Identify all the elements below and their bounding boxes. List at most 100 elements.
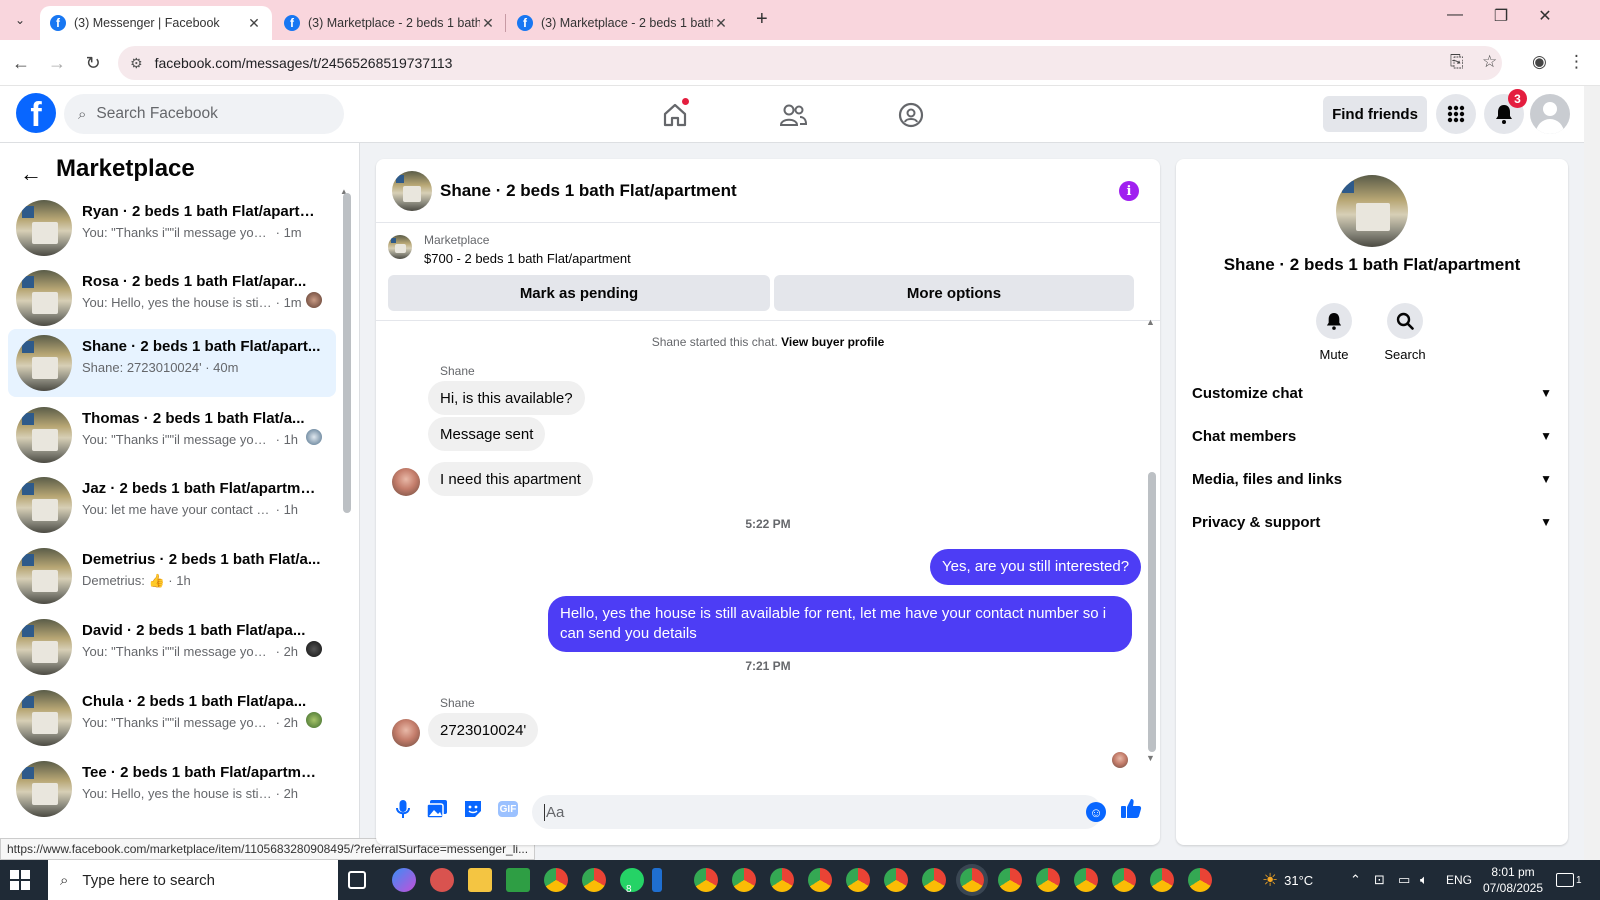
address-bar[interactable]: ⚙ facebook.com/messages/t/24565268519737… (118, 46, 1502, 80)
network-icon[interactable]: ▭ (1398, 860, 1410, 900)
conversation-item[interactable]: Jaz · 2 beds 1 bath Flat/apartment You: … (8, 471, 336, 539)
privacy-support-section[interactable]: Privacy & support ▼ (1192, 502, 1552, 542)
show-hidden-icons-chevron-icon[interactable]: ⌃ (1350, 860, 1361, 900)
copilot-icon[interactable] (392, 868, 416, 892)
mark-as-pending-button[interactable]: Mark as pending (388, 275, 770, 311)
microphone-icon[interactable] (390, 796, 416, 822)
chrome-icon[interactable] (1188, 868, 1212, 892)
forward-icon[interactable]: → (44, 50, 70, 76)
chat-scrollbar[interactable] (1148, 472, 1156, 752)
chrome-icon[interactable] (846, 868, 870, 892)
sender-avatar[interactable] (392, 468, 420, 496)
taskbar-search-box[interactable]: ⌕ Type here to search (48, 860, 338, 900)
chrome-icon[interactable] (808, 868, 832, 892)
photo-icon[interactable] (424, 796, 450, 822)
conversation-item[interactable]: Demetrius · 2 beds 1 bath Flat/a... Deme… (8, 542, 336, 610)
chrome-icon[interactable] (998, 868, 1022, 892)
scroll-up-arrow-icon[interactable]: ▲ (1146, 317, 1155, 327)
chrome-icon[interactable] (1150, 868, 1174, 892)
listing-price-title[interactable]: $700 - 2 beds 1 bath Flat/apartment (424, 251, 631, 266)
system-clock[interactable]: 8:01 pm 07/08/2025 (1480, 864, 1546, 896)
chrome-icon[interactable] (582, 868, 606, 892)
conversation-item[interactable]: Tee · 2 beds 1 bath Flat/apartment You: … (8, 755, 336, 823)
tab-search-dropdown-icon[interactable]: ⌄ (8, 8, 32, 32)
chrome-icon[interactable] (1036, 868, 1060, 892)
conversation-list-scrollbar[interactable] (343, 193, 351, 513)
sticker-icon[interactable] (460, 796, 486, 822)
task-view-icon[interactable] (348, 871, 366, 889)
weather-widget[interactable]: ☀ 31°C (1262, 860, 1313, 900)
chrome-icon[interactable] (770, 868, 794, 892)
browser-menu-icon[interactable]: ⋮ (1568, 52, 1585, 72)
reload-icon[interactable]: ↻ (80, 50, 106, 76)
chrome-icon[interactable] (922, 868, 946, 892)
conversation-item-selected[interactable]: Shane · 2 beds 1 bath Flat/apart... Shan… (8, 329, 336, 397)
emoji-icon[interactable]: ☺ (1086, 802, 1106, 822)
chat-profile-image[interactable] (1336, 175, 1408, 247)
install-app-icon[interactable]: ⎘ (1450, 52, 1464, 72)
menu-grid-icon[interactable] (1436, 94, 1476, 134)
outgoing-message[interactable]: Yes, are you still interested? (930, 549, 1142, 585)
site-info-icon[interactable]: ⚙ (130, 55, 143, 72)
groups-icon[interactable] (894, 98, 928, 132)
thumbs-up-icon[interactable] (1120, 797, 1142, 825)
search-in-chat-button[interactable]: Search (1375, 303, 1435, 362)
account-avatar[interactable] (1530, 94, 1570, 134)
view-buyer-profile-link[interactable]: View buyer profile (781, 335, 884, 349)
find-friends-button[interactable]: Find friends (1323, 96, 1427, 132)
restore-icon[interactable]: ❐ (1478, 6, 1524, 26)
conversation-item[interactable]: Chula · 2 beds 1 bath Flat/apa... You: "… (8, 684, 336, 752)
conversation-item[interactable]: Thomas · 2 beds 1 bath Flat/a... You: "T… (8, 401, 336, 469)
volume-icon[interactable]: 🔈︎ (1420, 860, 1428, 900)
back-icon[interactable]: ← (8, 50, 34, 76)
outgoing-message[interactable]: Hello, yes the house is still available … (548, 596, 1132, 652)
meet-now-icon[interactable]: ⊡ (1374, 860, 1385, 900)
bookmark-star-icon[interactable]: ☆ (1482, 52, 1497, 72)
chat-title[interactable]: Shane · 2 beds 1 bath Flat/apartment (440, 181, 737, 201)
chrome-icon[interactable] (732, 868, 756, 892)
facebook-logo-icon[interactable]: f (16, 93, 56, 133)
close-tab-icon[interactable]: ✕ (713, 15, 729, 32)
chrome-icon[interactable] (1074, 868, 1098, 892)
chrome-icon[interactable] (1112, 868, 1136, 892)
sender-avatar[interactable] (392, 719, 420, 747)
tab-messenger[interactable]: f (3) Messenger | Facebook ✕ (40, 6, 272, 40)
close-window-icon[interactable]: ✕ (1522, 6, 1568, 26)
minimize-icon[interactable]: — (1432, 6, 1478, 24)
windows-start-icon[interactable] (10, 870, 30, 890)
chrome-icon[interactable] (884, 868, 908, 892)
close-tab-icon[interactable]: ✕ (246, 15, 262, 32)
tab-marketplace-1[interactable]: f (3) Marketplace - 2 beds 1 bath ✕ (274, 6, 506, 40)
tab-marketplace-2[interactable]: f (3) Marketplace - 2 beds 1 bath ✕ (507, 6, 739, 40)
whatsapp-icon[interactable] (620, 868, 644, 892)
close-tab-icon[interactable]: ✕ (480, 15, 496, 32)
media-files-links-section[interactable]: Media, files and links ▼ (1192, 459, 1552, 499)
chat-members-section[interactable]: Chat members ▼ (1192, 416, 1552, 456)
more-options-button[interactable]: More options (774, 275, 1134, 311)
conversation-item[interactable]: Rosa · 2 beds 1 bath Flat/apar... You: H… (8, 264, 336, 332)
language-indicator[interactable]: ENG (1446, 860, 1472, 900)
customize-chat-section[interactable]: Customize chat ▼ (1192, 373, 1552, 413)
terminal-icon[interactable] (652, 868, 662, 892)
chrome-icon[interactable] (544, 868, 568, 892)
incoming-message[interactable]: I need this apartment (428, 462, 593, 496)
paint-icon[interactable] (430, 868, 454, 892)
conversation-item[interactable]: David · 2 beds 1 bath Flat/apa... You: "… (8, 613, 336, 681)
facebook-search-input[interactable]: ⌕ Search Facebook (64, 94, 344, 134)
mute-button[interactable]: Mute (1304, 303, 1364, 362)
new-tab-icon[interactable]: + (756, 8, 768, 31)
gif-icon[interactable]: GIF (495, 796, 521, 822)
chrome-icon-active[interactable] (960, 868, 984, 892)
incoming-message[interactable]: 2723010024' (428, 713, 539, 747)
incoming-message[interactable]: Hi, is this available? (428, 381, 585, 415)
back-arrow-icon[interactable]: ← (20, 161, 42, 187)
listing-thumbnail[interactable] (388, 235, 412, 259)
profile-icon[interactable]: ◉ (1532, 52, 1547, 72)
friends-icon[interactable] (776, 98, 810, 132)
incoming-message[interactable]: Message sent (428, 417, 546, 451)
conversation-item[interactable]: Ryan · 2 beds 1 bath Flat/apartm... You:… (8, 194, 336, 262)
info-icon[interactable]: i (1119, 181, 1139, 201)
action-center-icon[interactable]: 1 (1556, 860, 1582, 900)
excel-icon[interactable] (506, 868, 530, 892)
file-explorer-icon[interactable] (468, 868, 492, 892)
